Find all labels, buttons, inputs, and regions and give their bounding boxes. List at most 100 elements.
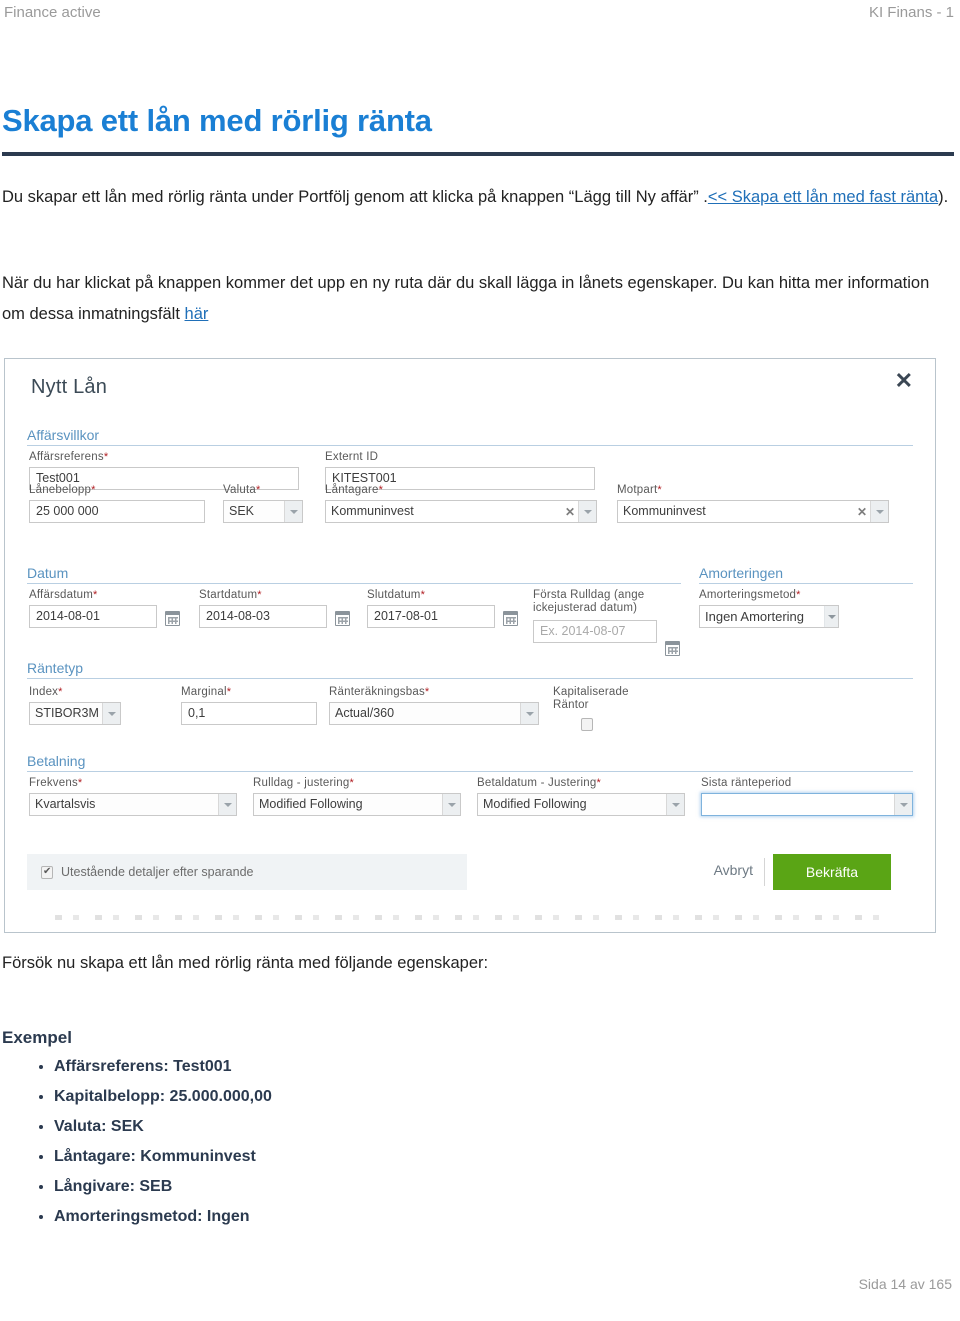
field-forsta-rulldag: Första Rulldag (ange ickejusterad datum)… (533, 589, 657, 643)
field-sista-ranteperiod: Sista ränteperiod (701, 777, 913, 816)
chevron-down-icon[interactable] (870, 501, 888, 522)
valuta-select[interactable]: SEK (223, 500, 303, 523)
calendar-icon[interactable] (503, 611, 518, 626)
dialog-footer: Utestående detaljer efter sparande Avbry… (27, 854, 913, 890)
page-title: Skapa ett lån med rörlig ränta (2, 103, 432, 138)
ranterakningsbas-select[interactable]: Actual/360 (329, 702, 539, 725)
chevron-down-icon[interactable] (284, 501, 302, 522)
field-betaldatum-justering: Betaldatum - Justering* Modified Followi… (477, 777, 685, 816)
sista-ranteperiod-select[interactable] (701, 793, 913, 816)
field-lanebelopp: Lånebelopp* 25 000 000 (29, 484, 205, 523)
list-item: Långivare: SEB (54, 1172, 272, 1202)
title-divider (2, 152, 954, 156)
field-motpart: Motpart* Kommuninvest ✕ (617, 484, 889, 523)
field-ranterakningsbas: Ränteräkningsbas* Actual/360 (329, 686, 539, 725)
field-lantagare-label: Låntagare* (325, 484, 384, 496)
frekvens-select[interactable]: Kvartalsvis (29, 793, 237, 816)
motpart-value: Kommuninvest (623, 504, 706, 518)
section-divider (27, 445, 913, 446)
chevron-down-icon[interactable] (578, 501, 596, 522)
chevron-down-icon[interactable] (666, 794, 684, 815)
index-select[interactable]: STIBOR3M (29, 702, 121, 725)
clear-x-icon[interactable]: ✕ (854, 501, 870, 522)
confirm-button[interactable]: Bekräfta (773, 854, 891, 890)
calendar-icon[interactable] (165, 611, 180, 626)
chevron-down-icon[interactable] (442, 794, 460, 815)
close-icon[interactable]: ✕ (895, 370, 913, 392)
dialog-title: Nytt Lån (31, 376, 108, 398)
startdatum-input[interactable]: 2014-08-03 (199, 605, 327, 628)
section-betalning: Betalning (27, 753, 913, 772)
forsta-rulldag-input[interactable]: Ex. 2014-08-07 (533, 620, 657, 643)
save-details-checkbox[interactable] (41, 865, 53, 879)
lanebelopp-input[interactable]: 25 000 000 (29, 500, 205, 523)
list-item: Låntagare: Kommuninvest (54, 1142, 272, 1172)
field-kapitaliserade-rantor: Kapitaliserade Räntor (553, 686, 663, 731)
field-frekvens: Frekvens* Kvartalsvis (29, 777, 237, 816)
cancel-button[interactable]: Avbryt (714, 862, 753, 878)
footer-divider (764, 858, 765, 886)
field-marginal: Marginal* 0,1 (181, 686, 317, 725)
slutdatum-input[interactable]: 2017-08-01 (367, 605, 495, 628)
field-slutdatum: Slutdatum* 2017-08-01 (367, 589, 495, 628)
app-screenshot-nytt-lan: Nytt Lån ✕ Affärsvillkor Affärsreferens*… (4, 358, 936, 933)
section-divider (699, 583, 913, 584)
marginal-input[interactable]: 0,1 (181, 702, 317, 725)
rulldag-justering-select[interactable]: Modified Following (253, 793, 461, 816)
list-item: Kapitalbelopp: 25.000.000,00 (54, 1082, 272, 1112)
page-footer: Sida 14 av 165 (858, 1276, 952, 1292)
field-kapitaliserade-rantor-label: Kapitaliserade Räntor (553, 686, 629, 711)
field-rulldag-justering: Rulldag - justering* Modified Following (253, 777, 461, 816)
motpart-select[interactable]: Kommuninvest ✕ (617, 500, 889, 523)
chevron-down-icon[interactable] (102, 703, 120, 724)
chevron-down-icon[interactable] (894, 794, 912, 815)
exempel-list: Affärsreferens: Test001 Kapitalbelopp: 2… (26, 1052, 272, 1232)
amorteringsmetod-select[interactable]: Ingen Amortering (699, 605, 839, 628)
field-lanebelopp-label: Lånebelopp* (29, 484, 96, 496)
betaldatum-justering-select[interactable]: Modified Following (477, 793, 685, 816)
chevron-down-icon[interactable] (520, 703, 538, 724)
intro-paragraph-1-tail: ). (938, 188, 949, 206)
save-details-row[interactable]: Utestående detaljer efter sparande (27, 854, 467, 890)
running-header-left: Finance active (4, 4, 101, 21)
chevron-down-icon[interactable] (218, 794, 236, 815)
section-betalning-label: Betalning (27, 753, 86, 769)
list-item: Amorteringsmetod: Ingen (54, 1202, 272, 1232)
rulldag-justering-value: Modified Following (259, 797, 363, 811)
save-details-label: Utestående detaljer efter sparande (61, 865, 254, 879)
section-amorteringen-label: Amorteringen (699, 565, 784, 581)
field-valuta: Valuta* SEK (223, 484, 303, 523)
field-sista-ranteperiod-label: Sista ränteperiod (701, 777, 792, 789)
field-affarsreferens-label: Affärsreferens* (29, 451, 109, 463)
link-skapa-lan-fast-ranta[interactable]: << Skapa ett lån med fast ränta (708, 188, 938, 206)
lantagare-select[interactable]: Kommuninvest ✕ (325, 500, 597, 523)
field-betaldatum-justering-label: Betaldatum - Justering* (477, 777, 601, 789)
field-motpart-label: Motpart* (617, 484, 662, 496)
section-divider (27, 583, 681, 584)
clear-x-icon[interactable]: ✕ (562, 501, 578, 522)
link-har[interactable]: här (185, 305, 209, 323)
field-amorteringsmetod-label: Amorteringsmetod* (699, 589, 801, 601)
section-divider (27, 771, 913, 772)
kapitaliserade-rantor-checkbox[interactable] (581, 718, 593, 731)
field-rulldag-justering-label: Rulldag - justering* (253, 777, 354, 789)
exempel-heading: Exempel (2, 1028, 72, 1047)
list-item: Valuta: SEK (54, 1112, 272, 1142)
ranterakningsbas-value: Actual/360 (335, 706, 395, 720)
section-rantetyp: Räntetyp (27, 660, 913, 679)
affarsdatum-input[interactable]: 2014-08-01 (29, 605, 157, 628)
running-header: Finance active KI Finans - 1 (0, 0, 960, 30)
field-amorteringsmetod: Amorteringsmetod* Ingen Amortering (699, 589, 839, 628)
calendar-icon[interactable] (665, 641, 680, 656)
frekvens-value: Kvartalsvis (35, 797, 96, 811)
betaldatum-justering-value: Modified Following (483, 797, 587, 811)
field-index-label: Index* (29, 686, 63, 698)
field-valuta-label: Valuta* (223, 484, 261, 496)
chevron-down-icon[interactable] (824, 606, 838, 627)
section-affarsvillkor: Affärsvillkor (27, 427, 913, 446)
calendar-icon[interactable] (335, 611, 350, 626)
field-marginal-label: Marginal* (181, 686, 232, 698)
list-item: Affärsreferens: Test001 (54, 1052, 272, 1082)
section-rantetyp-label: Räntetyp (27, 660, 84, 676)
field-index: Index* STIBOR3M (29, 686, 121, 725)
